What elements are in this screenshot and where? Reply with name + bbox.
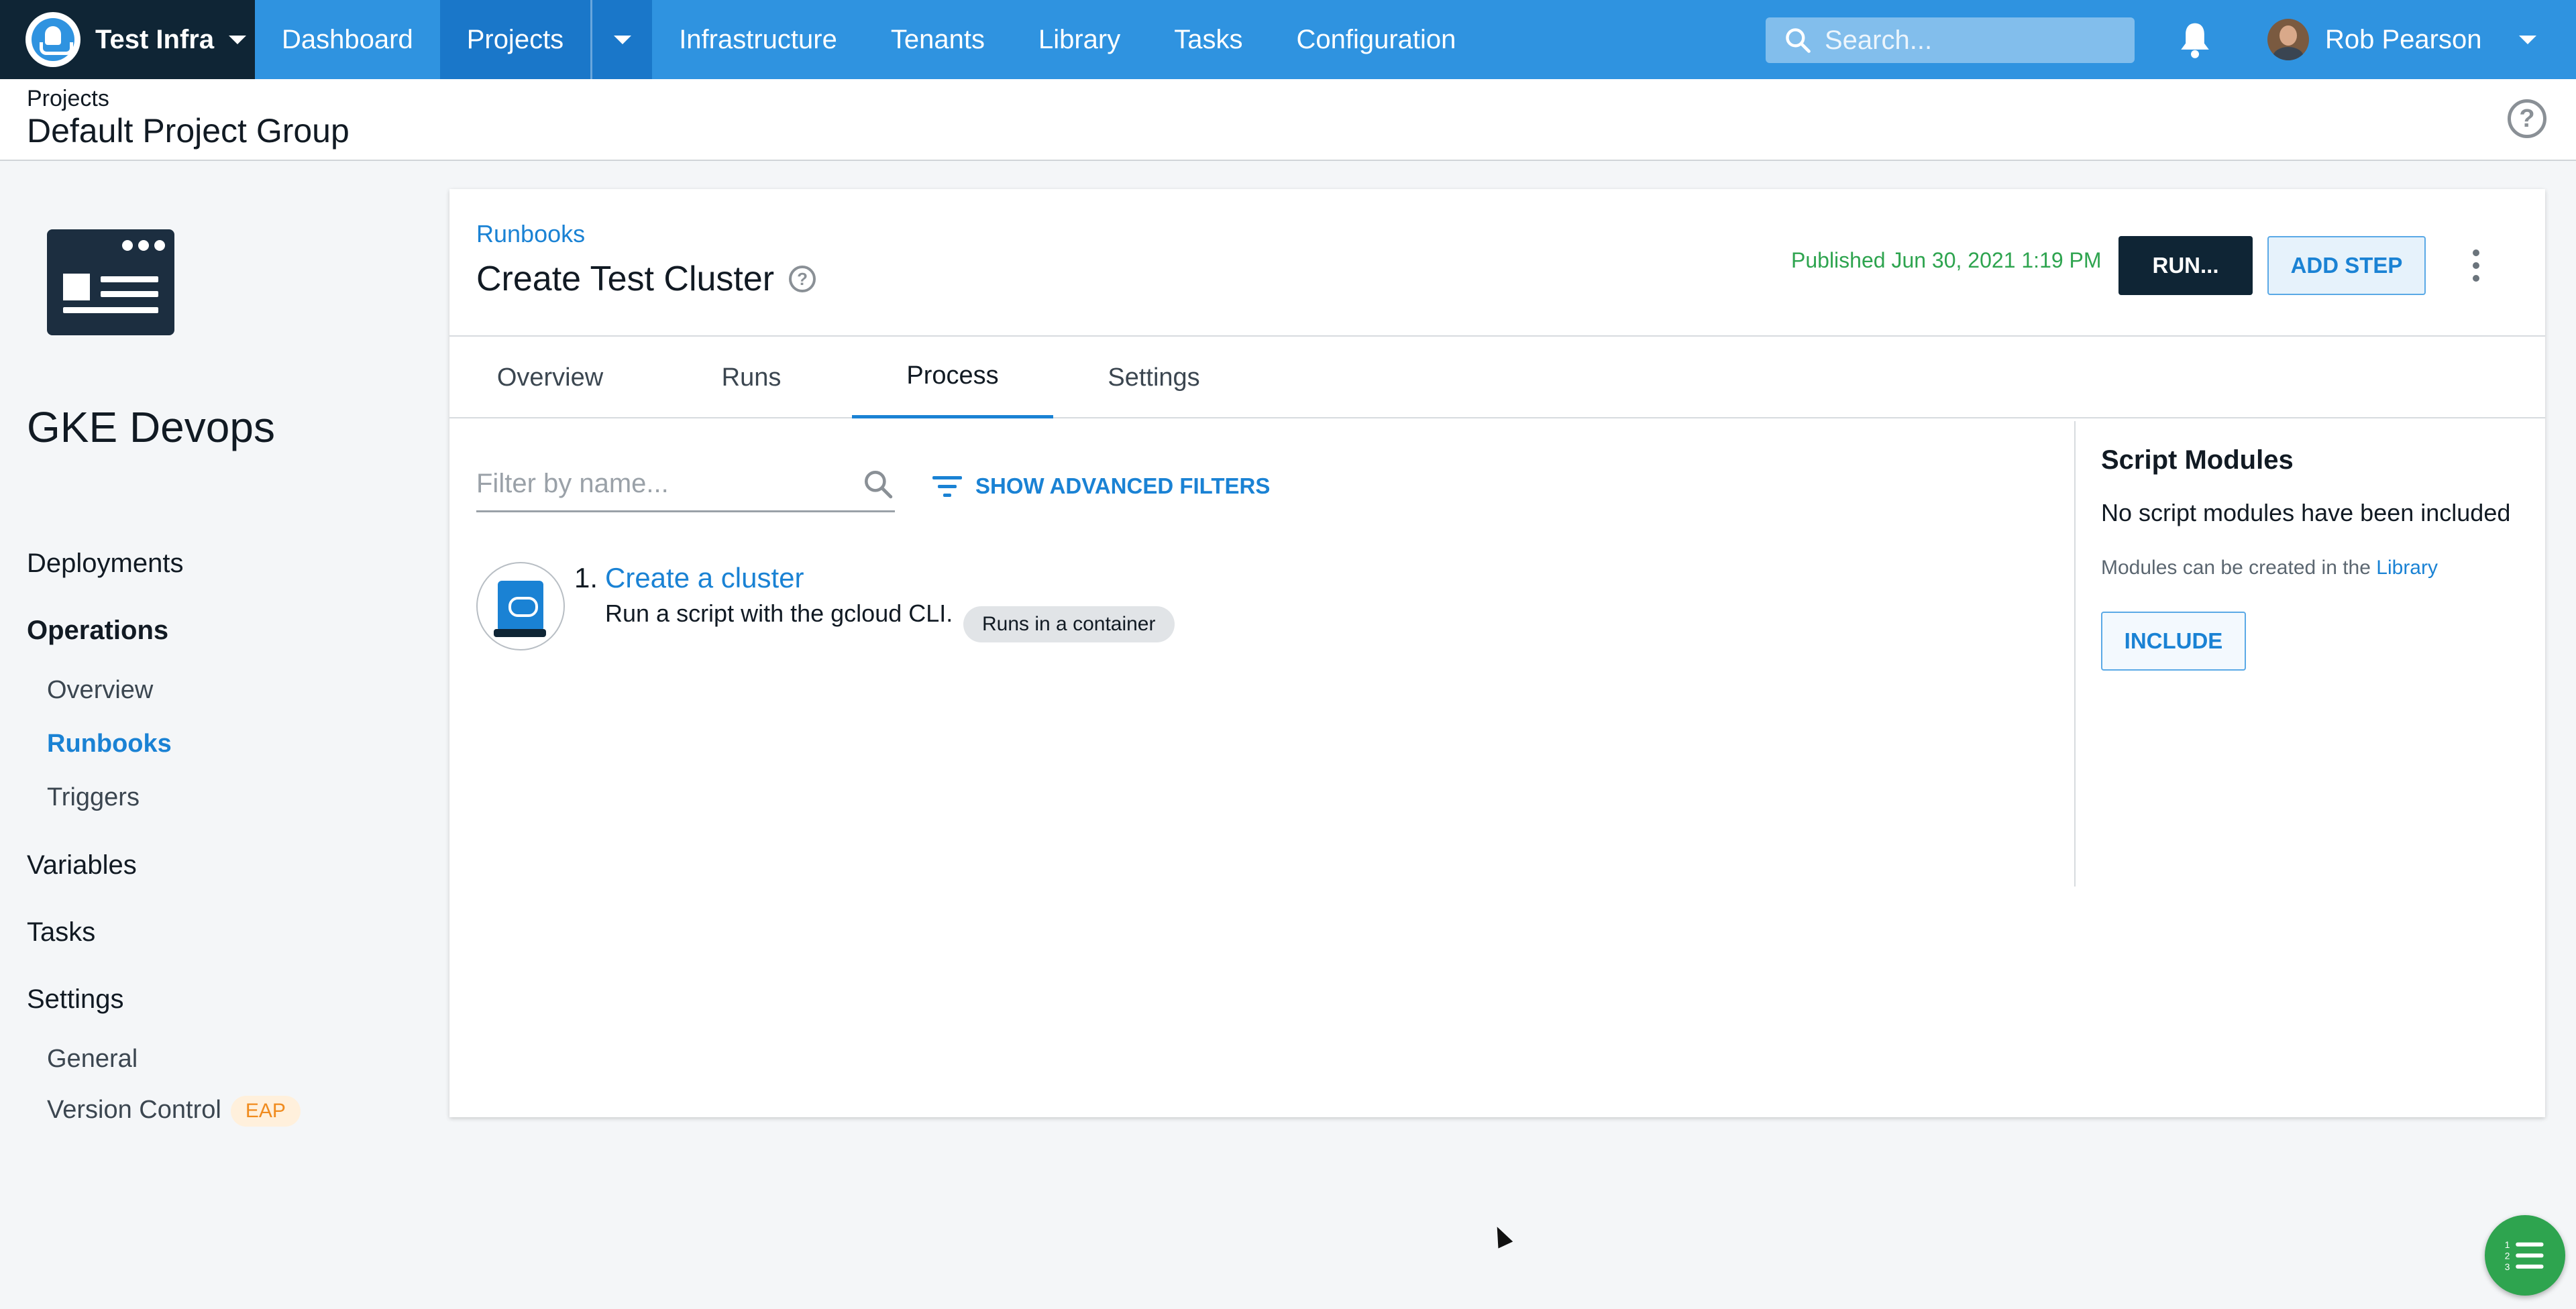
sidebar-item-tasks[interactable]: Tasks [27, 917, 95, 948]
search-icon [1786, 28, 1811, 53]
sidebar-item-operations[interactable]: Operations [27, 616, 168, 646]
runbook-title: Create Test Cluster [476, 260, 775, 298]
sidebar-item-triggers[interactable]: Triggers [47, 783, 140, 812]
runbook-tabs: Overview Runs Process Settings [449, 337, 2545, 418]
published-status: Published Jun 30, 2021 1:19 PM [1791, 248, 2102, 272]
nav-library[interactable]: Library [1012, 0, 1147, 79]
run-button[interactable]: RUN... [2118, 236, 2253, 295]
gcloud-script-icon [476, 562, 565, 650]
project-logo [47, 229, 174, 335]
caret-down-icon [2519, 35, 2537, 44]
projects-dropdown-button[interactable] [590, 0, 653, 79]
sidebar-item-general[interactable]: General [47, 1045, 138, 1074]
sidebar-item-deployments[interactable]: Deployments [27, 549, 183, 579]
container-badge: Runs in a container [963, 606, 1175, 642]
svg-text:3: 3 [2505, 1262, 2510, 1272]
project-name: GKE Devops [27, 403, 275, 451]
tab-process[interactable]: Process [852, 337, 1053, 418]
nav-infrastructure[interactable]: Infrastructure [652, 0, 864, 79]
global-search[interactable] [1766, 17, 2135, 63]
top-navigation: Test Infra Dashboard Projects Infrastruc… [0, 0, 2576, 79]
step-number: 1. [574, 562, 598, 593]
space-name: Test Infra [95, 24, 215, 54]
mouse-cursor-icon [1489, 1223, 1513, 1249]
add-step-button[interactable]: ADD STEP [2267, 236, 2426, 295]
step-description: Run a script with the gcloud CLI. [605, 600, 953, 627]
page-title: Default Project Group [27, 112, 350, 150]
help-circle-icon[interactable]: ? [789, 266, 816, 292]
nav-projects[interactable]: Projects [439, 0, 591, 79]
runbook-title-row: Create Test Cluster ? [476, 259, 816, 299]
sidebar-item-runbooks[interactable]: Runbooks [47, 730, 172, 758]
runbooks-breadcrumb[interactable]: Runbooks [476, 220, 585, 248]
more-options-icon[interactable] [2473, 249, 2482, 282]
numbered-list-icon[interactable]: 1 2 3 [2485, 1215, 2565, 1296]
avatar [2267, 19, 2309, 60]
filter-field[interactable] [476, 457, 895, 512]
user-menu[interactable]: Rob Pearson [2267, 17, 2537, 62]
svg-text:2: 2 [2505, 1251, 2510, 1261]
search-icon [865, 470, 893, 498]
filter-list-icon [932, 475, 962, 498]
script-modules-title: Script Modules [2101, 445, 2294, 475]
step-name-link[interactable]: Create a cluster [605, 562, 804, 594]
page-header: Projects Default Project Group ? [0, 79, 2576, 161]
octopus-logo-icon [25, 12, 80, 67]
nav-dashboard[interactable]: Dashboard [255, 0, 440, 79]
sidebar-item-version-control[interactable]: Version Control EAP [47, 1096, 301, 1127]
caret-down-icon [229, 35, 247, 44]
tab-runs[interactable]: Runs [651, 337, 852, 418]
caret-down-icon [613, 35, 631, 44]
svg-text:1: 1 [2505, 1240, 2510, 1250]
sidebar-item-label: Version Control [47, 1096, 221, 1125]
eap-badge: EAP [230, 1096, 301, 1127]
breadcrumb[interactable]: Projects [27, 86, 109, 112]
runbook-card: Runbooks Create Test Cluster ? Published… [449, 189, 2545, 1117]
script-modules-empty-text: No script modules have been included [2101, 499, 2511, 526]
user-name: Rob Pearson [2325, 24, 2482, 54]
nav-tenants[interactable]: Tenants [864, 0, 1012, 79]
divider [2074, 421, 2076, 887]
space-switcher[interactable]: Test Infra [0, 0, 255, 79]
bell-icon[interactable] [2176, 20, 2214, 60]
advanced-filters-label: SHOW ADVANCED FILTERS [975, 473, 1271, 498]
sidebar-item-variables[interactable]: Variables [27, 850, 137, 880]
sidebar-item-overview[interactable]: Overview [47, 676, 153, 705]
script-modules-hint: Modules can be created in the Library [2101, 557, 2438, 579]
show-advanced-filters-button[interactable]: SHOW ADVANCED FILTERS [932, 473, 1270, 499]
nav-configuration[interactable]: Configuration [1269, 0, 1483, 79]
sidebar-item-settings[interactable]: Settings [27, 984, 124, 1015]
nav-tasks[interactable]: Tasks [1147, 0, 1269, 79]
library-link[interactable]: Library [2376, 557, 2438, 579]
tab-overview[interactable]: Overview [449, 337, 651, 418]
filter-input[interactable] [476, 469, 825, 499]
search-input[interactable] [1825, 25, 2120, 56]
help-circle-icon[interactable]: ? [2508, 99, 2546, 138]
hint-text: Modules can be created in the [2101, 557, 2371, 579]
include-button[interactable]: INCLUDE [2101, 612, 2246, 671]
tab-settings[interactable]: Settings [1053, 337, 1254, 418]
